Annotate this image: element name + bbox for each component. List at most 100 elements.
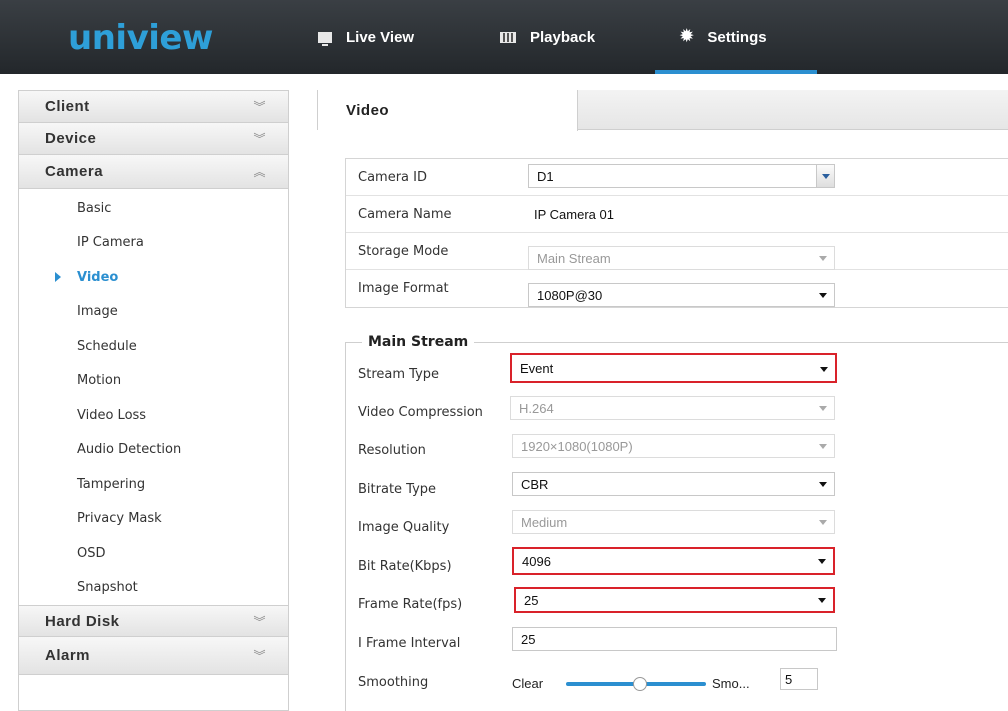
chevron-down-icon: ︾ — [253, 649, 266, 663]
bit-rate-select[interactable]: 4096 — [512, 547, 835, 575]
bit-rate-label: Bit Rate(Kbps) — [358, 559, 452, 574]
sidebar-item-video-loss[interactable]: Video Loss — [19, 398, 288, 433]
sidebar-item-label: Tampering — [77, 476, 146, 492]
sidebar-item-label: IP Camera — [77, 235, 144, 251]
sidebar-item-label: Schedule — [77, 338, 137, 354]
sidebar-item-motion[interactable]: Motion — [19, 364, 288, 399]
camera-name-value: IP Camera 01 — [534, 206, 614, 222]
nav-live-view-label: Live View — [346, 28, 415, 46]
main-stream-border-left — [345, 342, 346, 711]
chevron-down-icon — [819, 520, 827, 525]
bit-rate-value: 4096 — [522, 553, 551, 569]
tab-strip: Video — [317, 90, 1008, 131]
sidebar-section-label: Device — [45, 130, 97, 147]
sidebar-section-alarm[interactable]: Alarm ︾ — [19, 637, 288, 675]
frame-rate-value: 25 — [524, 592, 539, 608]
chevron-down-icon — [819, 293, 827, 298]
image-format-select[interactable]: 1080P@30 — [528, 283, 835, 307]
sidebar-item-image[interactable]: Image — [19, 295, 288, 330]
smoothing-label: Smoothing — [358, 675, 429, 690]
chevron-down-icon — [819, 482, 827, 487]
stream-type-select[interactable]: Event — [510, 353, 837, 383]
sidebar-item-label: OSD — [77, 545, 106, 561]
sidebar-item-osd[interactable]: OSD — [19, 536, 288, 571]
nav-playback-label: Playback — [530, 28, 596, 46]
frame-rate-label: Frame Rate(fps) — [358, 597, 463, 612]
stream-type-value: Event — [520, 360, 554, 376]
bitrate-type-select[interactable]: CBR — [512, 472, 835, 496]
chevron-down-icon: ︾ — [253, 132, 266, 146]
i-frame-interval-value: 25 — [521, 631, 536, 647]
top-bar: uniview Live View Playback ✹ Settings — [0, 0, 1008, 74]
chevron-down-icon — [820, 367, 828, 372]
uniview-logo: uniview — [68, 18, 213, 58]
chevron-down-icon: ︾ — [253, 614, 266, 629]
sidebar-item-label: Video — [77, 269, 119, 285]
i-frame-interval-label: I Frame Interval — [358, 636, 461, 651]
sidebar-item-schedule[interactable]: Schedule — [19, 329, 288, 364]
i-frame-interval-input[interactable]: 25 — [512, 627, 837, 651]
sidebar-section-label: Alarm — [45, 647, 91, 664]
smoothing-smooth-label: Smo... — [712, 676, 750, 691]
sidebar-section-device[interactable]: Device ︾ — [19, 123, 288, 155]
chevron-down-icon — [818, 598, 826, 603]
chevron-down-icon — [819, 444, 827, 449]
chevron-up-icon: ︽ — [253, 165, 266, 179]
bitrate-type-label: Bitrate Type — [358, 482, 437, 497]
storage-mode-label: Storage Mode — [358, 243, 449, 259]
sidebar-section-label: Client — [45, 98, 90, 115]
chevron-down-icon[interactable] — [816, 165, 834, 187]
film-icon — [500, 31, 516, 43]
camera-id-select[interactable]: D1 — [528, 164, 835, 188]
frame-rate-select[interactable]: 25 — [514, 587, 835, 613]
resolution-label: Resolution — [358, 443, 426, 458]
video-compression-select: H.264 — [510, 396, 835, 420]
main-stream-legend: Main Stream — [362, 333, 475, 351]
sidebar-item-label: Video Loss — [77, 407, 147, 423]
chevron-down-icon: ︾ — [253, 100, 266, 114]
storage-mode-select: Main Stream — [528, 246, 835, 270]
sidebar-item-ip-camera[interactable]: IP Camera — [19, 226, 288, 261]
smoothing-value-input[interactable]: 5 — [780, 668, 818, 690]
smoothing-clear-label: Clear — [512, 676, 544, 691]
sidebar-section-label: Hard Disk — [45, 612, 120, 630]
sidebar-item-label: Privacy Mask — [77, 511, 162, 527]
nav-active-indicator — [655, 70, 817, 74]
image-quality-value: Medium — [521, 514, 568, 530]
smoothing-slider-handle[interactable] — [633, 677, 647, 691]
sidebar-item-privacy-mask[interactable]: Privacy Mask — [19, 502, 288, 537]
chevron-down-icon — [818, 559, 826, 564]
sidebar-item-label: Basic — [77, 200, 112, 216]
sidebar-item-label: Audio Detection — [77, 442, 182, 458]
video-compression-label: Video Compression — [358, 405, 483, 420]
image-quality-select: Medium — [512, 510, 835, 534]
camera-id-label: Camera ID — [358, 169, 427, 185]
sidebar-item-tampering[interactable]: Tampering — [19, 467, 288, 502]
sidebar-section-camera[interactable]: Camera ︽ — [19, 155, 288, 189]
active-arrow-icon — [55, 272, 61, 282]
sidebar-section-hard-disk[interactable]: Hard Disk ︾ — [19, 605, 288, 637]
video-compression-value: H.264 — [519, 400, 554, 416]
tab-video[interactable]: Video — [318, 90, 578, 131]
sidebar-section-client[interactable]: Client ︾ — [19, 91, 288, 123]
smoothing-value: 5 — [785, 671, 793, 687]
nav-live-view[interactable]: Live View — [318, 0, 414, 74]
camera-submenu: Basic IP Camera Video Image Schedule Mot… — [19, 189, 288, 605]
sidebar-item-audio-detection[interactable]: Audio Detection — [19, 433, 288, 468]
sidebar-section-label: Camera — [45, 163, 104, 180]
nav-settings[interactable]: ✹ Settings — [680, 0, 767, 74]
sidebar-item-snapshot[interactable]: Snapshot — [19, 571, 288, 606]
sidebar-item-basic[interactable]: Basic — [19, 191, 288, 226]
row-camera-name: Camera Name IP Camera 01 — [346, 196, 1008, 233]
nav-playback[interactable]: Playback — [500, 0, 595, 74]
chevron-down-icon — [819, 256, 827, 261]
bitrate-type-value: CBR — [521, 476, 549, 492]
monitor-icon — [318, 31, 332, 46]
resolution-value: 1920×1080(1080P) — [521, 438, 633, 454]
sidebar-item-label: Motion — [77, 373, 122, 389]
sidebar-item-video[interactable]: Video — [19, 260, 288, 295]
stream-type-label: Stream Type — [358, 367, 440, 382]
sidebar-item-label: Image — [77, 304, 118, 320]
image-quality-label: Image Quality — [358, 520, 450, 535]
camera-name-label: Camera Name — [358, 206, 452, 222]
